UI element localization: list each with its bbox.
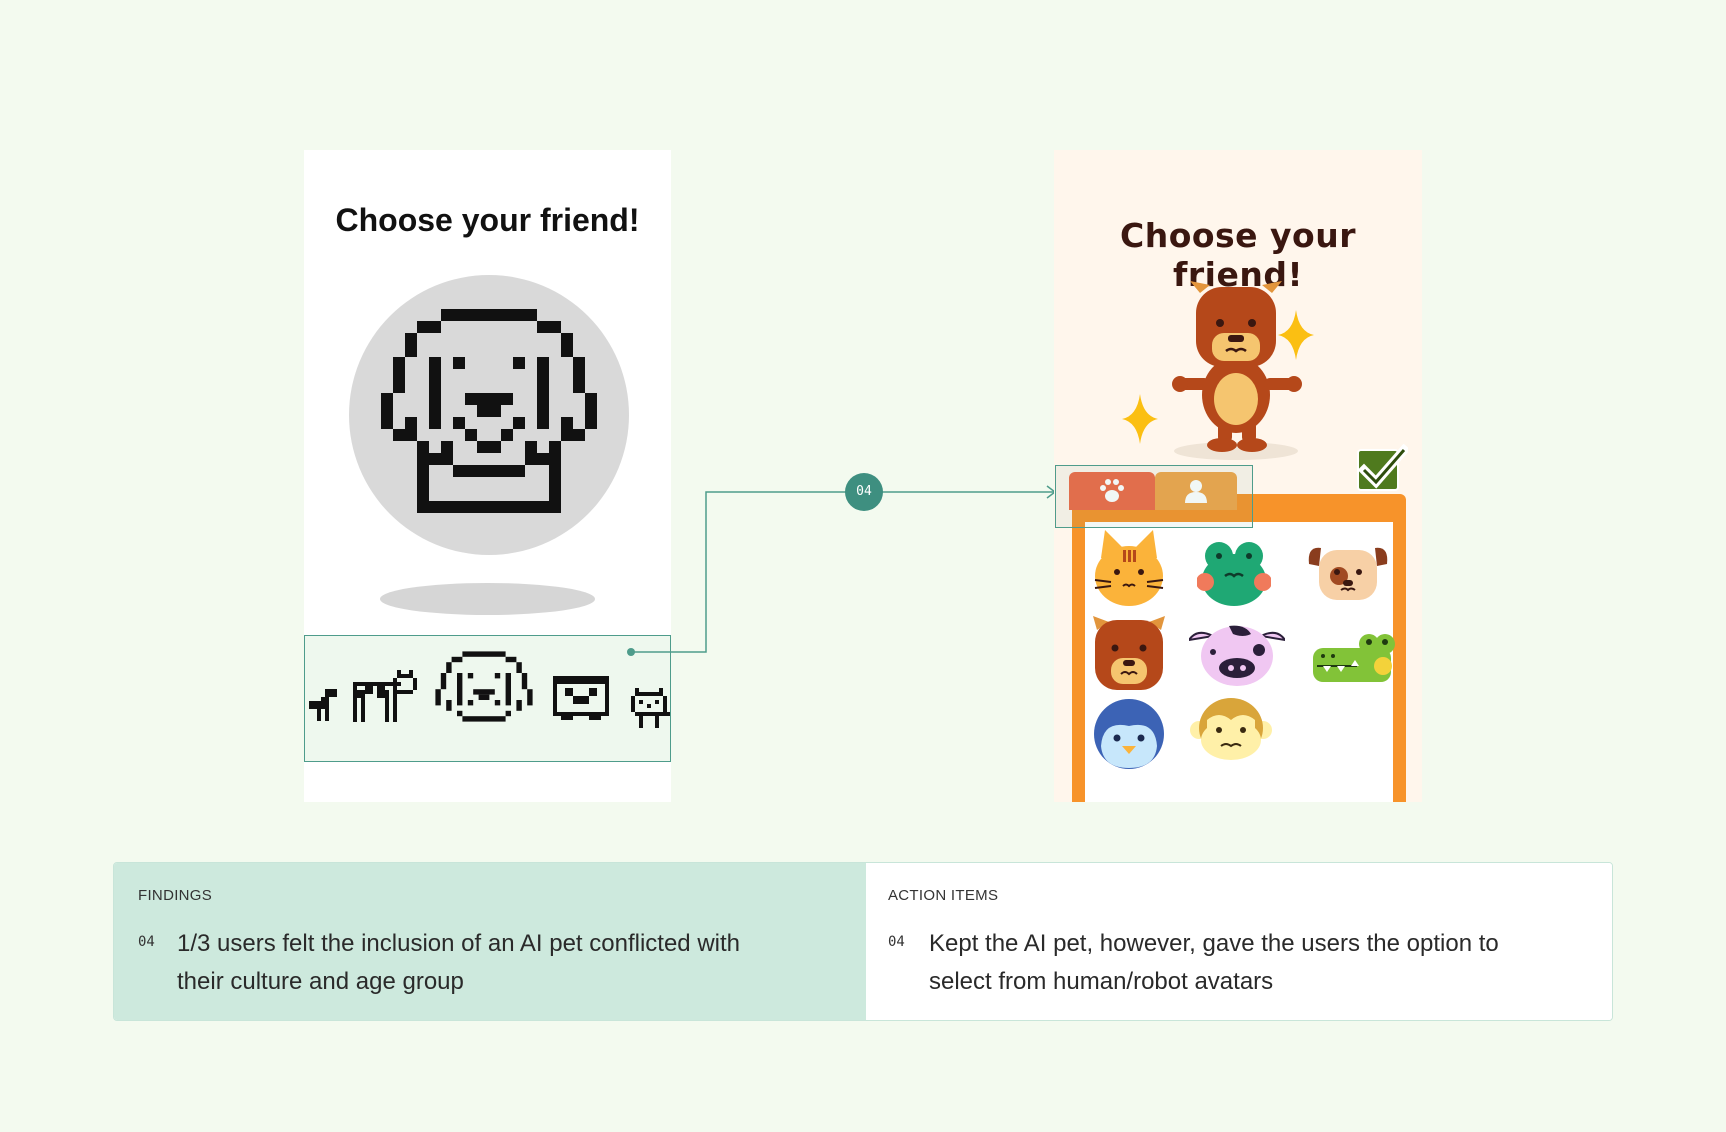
penguin-icon[interactable] — [1093, 698, 1165, 770]
pixel-dog-icon — [381, 309, 597, 513]
frog-icon[interactable] — [1197, 540, 1271, 606]
pixel-pug-icon[interactable] — [553, 676, 609, 720]
findings-label: FINDINGS — [138, 887, 213, 904]
pixel-dog-icon[interactable] — [430, 646, 538, 754]
action-items-number: 04 — [888, 934, 905, 950]
pug-icon[interactable] — [1307, 542, 1389, 602]
findings-text-line2: their culture and age group — [177, 968, 464, 995]
tabs-highlight-box — [1055, 465, 1253, 528]
selected-pet-display — [349, 275, 629, 555]
pixel-dino-icon[interactable] — [309, 689, 341, 725]
left-mockup-title: Choose your friend! — [335, 202, 640, 238]
bear-icon[interactable] — [1089, 614, 1169, 694]
pet-shadow — [380, 583, 595, 615]
cow-icon[interactable] — [1189, 622, 1285, 688]
findings-section: FINDINGS 04 1/3 users felt the inclusion… — [114, 863, 866, 1020]
findings-text-line1: 1/3 users felt the inclusion of an AI pe… — [177, 930, 740, 957]
pixel-cat-icon[interactable] — [631, 688, 671, 728]
monkey-icon[interactable] — [1189, 696, 1273, 762]
bear-mascot-icon — [1172, 281, 1302, 460]
pet-grid — [1085, 522, 1395, 802]
sparkle-icon — [1122, 394, 1158, 444]
action-items-text-line1: Kept the AI pet, however, gave the users… — [929, 930, 1499, 957]
sparkle-icon — [1278, 310, 1314, 360]
findings-actions-panel: FINDINGS 04 1/3 users felt the inclusion… — [113, 862, 1613, 1021]
cat-icon[interactable] — [1091, 528, 1167, 608]
findings-number: 04 — [138, 934, 155, 950]
step-badge: 04 — [845, 473, 883, 511]
action-items-text-line2: select from human/robot avatars — [929, 968, 1274, 995]
pixel-cow-icon[interactable] — [353, 670, 417, 722]
action-items-label: ACTION ITEMS — [888, 887, 999, 904]
pet-carousel[interactable] — [304, 635, 671, 762]
crocodile-icon[interactable] — [1313, 630, 1395, 684]
action-items-section: ACTION ITEMS 04 Kept the AI pet, however… — [866, 863, 1612, 1020]
pixel-mockup-card: Choose your friend! — [304, 150, 671, 802]
checkbox-checked-icon[interactable] — [1356, 444, 1408, 494]
